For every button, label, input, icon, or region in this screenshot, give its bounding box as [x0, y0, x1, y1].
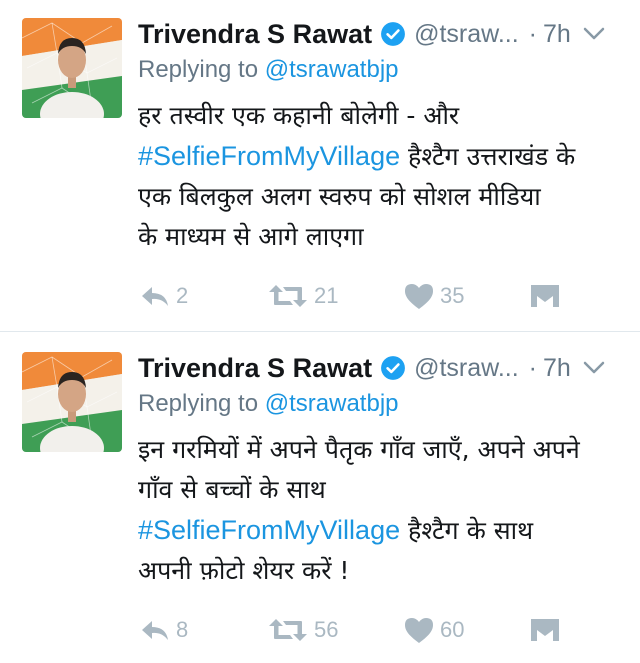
timestamp[interactable]: 7h	[543, 354, 571, 383]
chevron-down-icon[interactable]	[583, 27, 605, 41]
verified-icon	[380, 355, 406, 381]
replying-to: Replying to @tsrawatbjp	[138, 390, 626, 422]
direct-message-button[interactable]	[530, 614, 560, 646]
tweet-text-line: अपनी फ़ोटो शेयर करें !	[138, 556, 350, 585]
like-button[interactable]: 60	[404, 614, 464, 646]
reply-count: 2	[176, 283, 189, 308]
tweet-text-line: गाँव से बच्चों के साथ	[138, 475, 326, 504]
tweet[interactable]: Trivendra S Rawat @tsraw... · 7h Replyin…	[0, 332, 640, 663]
message-icon	[530, 284, 560, 308]
tweet-text-segment: हैश्टैग के साथ	[400, 516, 534, 545]
tweet-text-line: एक बिलकुल अलग स्वरुप को सोशल मीडिया	[138, 182, 541, 211]
tweet-text: हर तस्वीर एक कहानी बोलेगी - और #SelfieFr…	[138, 96, 626, 257]
retweet-count: 21	[314, 283, 339, 308]
tweet-text: इन गरमियों में अपने पैतृक गाँव जाएँ, अपन…	[138, 430, 626, 591]
display-name[interactable]: Trivendra S Rawat	[138, 353, 372, 384]
reply-button[interactable]: 8	[140, 614, 188, 646]
retweet-button[interactable]: 21	[268, 280, 338, 312]
reply-count: 8	[176, 617, 189, 642]
display-name[interactable]: Trivendra S Rawat	[138, 19, 372, 50]
direct-message-button[interactable]	[530, 280, 560, 312]
avatar[interactable]	[22, 18, 122, 118]
tweet-text-line: के माध्यम से आगे लाएगा	[138, 222, 364, 251]
separator-dot: ·	[528, 353, 537, 382]
tweet-text-line: हर तस्वीर एक कहानी बोलेगी - और	[138, 101, 460, 130]
hashtag-link[interactable]: #SelfieFromMyVillage	[138, 141, 400, 171]
heart-icon	[404, 283, 434, 310]
heart-icon	[404, 617, 434, 644]
reply-icon	[140, 618, 170, 642]
retweet-icon	[268, 283, 308, 309]
tweet-header: Trivendra S Rawat @tsraw... · 7h	[138, 16, 626, 52]
user-handle[interactable]: @tsraw...	[414, 20, 519, 49]
user-handle[interactable]: @tsraw...	[414, 354, 519, 383]
verified-icon	[380, 21, 406, 47]
retweet-button[interactable]: 56	[268, 614, 338, 646]
like-count: 60	[440, 617, 465, 642]
like-count: 35	[440, 283, 465, 308]
avatar[interactable]	[22, 352, 122, 452]
message-icon	[530, 618, 560, 642]
retweet-count: 56	[314, 617, 339, 642]
replying-label: Replying to	[138, 390, 265, 417]
tweet-text-segment: हैश्टैग उत्तराखंड के	[400, 142, 576, 171]
tweet-actions: 8 56 60	[138, 614, 626, 646]
replying-mention[interactable]: @tsrawatbjp	[265, 390, 399, 417]
timestamp[interactable]: 7h	[543, 20, 571, 49]
chevron-down-icon[interactable]	[583, 361, 605, 375]
replying-to: Replying to @tsrawatbjp	[138, 56, 626, 88]
tweet-text-line: #SelfieFromMyVillage हैश्टैग उत्तराखंड क…	[138, 136, 626, 177]
replying-mention[interactable]: @tsrawatbjp	[265, 56, 399, 83]
replying-label: Replying to	[138, 56, 265, 83]
like-button[interactable]: 35	[404, 280, 464, 312]
separator-dot: ·	[528, 19, 537, 48]
reply-button[interactable]: 2	[140, 280, 188, 312]
hashtag-link[interactable]: #SelfieFromMyVillage	[138, 515, 400, 545]
tweet-header: Trivendra S Rawat @tsraw... · 7h	[138, 350, 626, 386]
retweet-icon	[268, 617, 308, 643]
reply-icon	[140, 284, 170, 308]
tweet[interactable]: Trivendra S Rawat @tsraw... · 7h Replyin…	[0, 0, 640, 331]
tweet-text-line: इन गरमियों में अपने पैतृक गाँव जाएँ, अपन…	[138, 435, 580, 464]
tweet-text-line: #SelfieFromMyVillage हैश्टैग के साथ	[138, 510, 626, 551]
tweet-actions: 2 21 35	[138, 280, 626, 312]
